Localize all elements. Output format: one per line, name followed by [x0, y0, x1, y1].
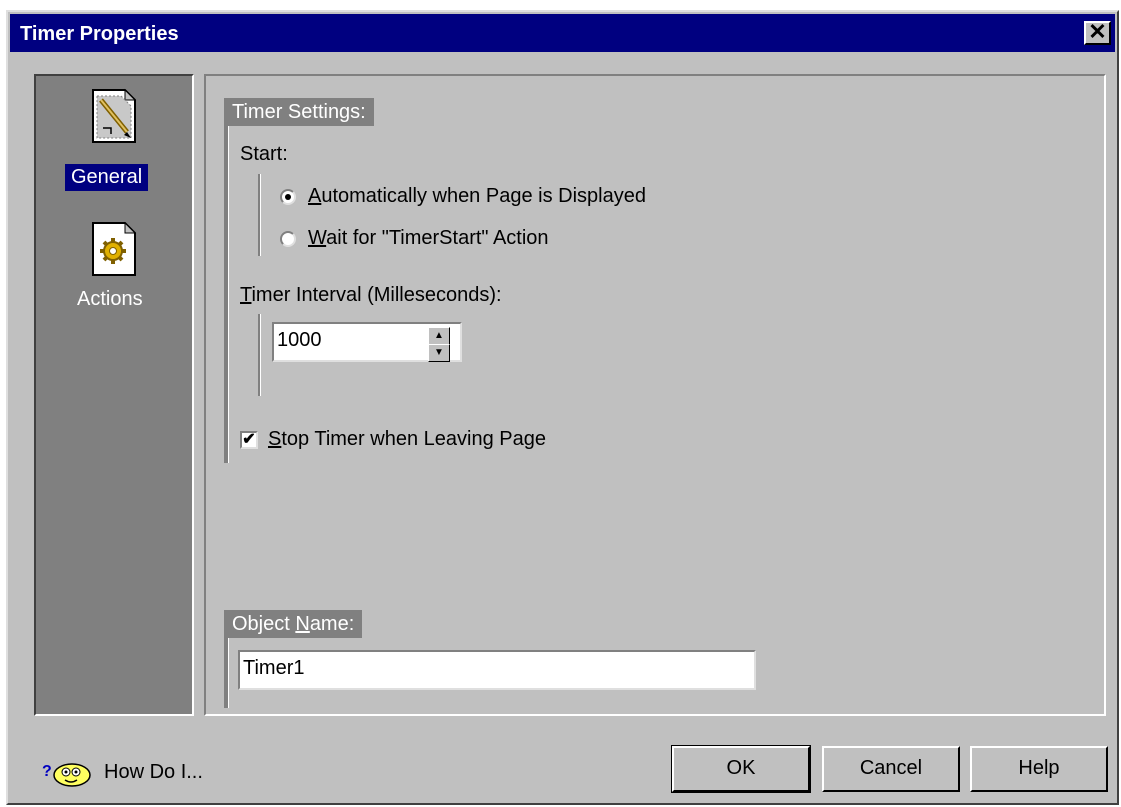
timer-interval-value: 1000: [277, 329, 322, 351]
how-do-i-icon: ?: [42, 763, 91, 787]
label-text: ait for "TimerStart" Action: [326, 227, 549, 249]
svg-text:?: ?: [42, 763, 52, 780]
object-name-value: Timer1: [243, 657, 305, 679]
stop-timer-label[interactable]: Stop Timer when Leaving Page: [268, 428, 546, 451]
help-button[interactable]: Help: [970, 746, 1108, 792]
actions-gear-page-icon[interactable]: [91, 221, 137, 277]
stop-timer-checkbox[interactable]: ✔: [240, 431, 258, 449]
close-button[interactable]: ✕: [1084, 21, 1111, 45]
accel-key: N: [295, 613, 310, 635]
header-text: Object: [232, 613, 296, 635]
wait-start-label[interactable]: Wait for "TimerStart" Action: [308, 227, 549, 250]
radio-selected-dot: [285, 194, 291, 200]
accel-key: A: [308, 185, 322, 207]
timer-properties-dialog: Timer Properties ✕ General Actions Timer…: [6, 10, 1119, 805]
wait-start-radio[interactable]: [280, 231, 296, 247]
arrow-up-icon: ▲: [434, 330, 444, 341]
nav-item-general[interactable]: General: [65, 164, 149, 191]
dialog-title: Timer Properties: [20, 23, 179, 45]
spin-up-button[interactable]: ▲: [428, 327, 450, 345]
category-sidebar: General Actions: [34, 74, 194, 716]
label-text: top Timer when Leaving Page: [281, 428, 546, 450]
arrow-down-icon: ▼: [434, 347, 444, 358]
header-text: ame:: [309, 613, 355, 635]
auto-start-label[interactable]: Automatically when Page is Displayed: [308, 185, 646, 208]
auto-start-radio[interactable]: [280, 189, 296, 205]
general-page-icon[interactable]: [91, 88, 137, 144]
general-page-content: Timer Settings: Start: Automatically whe…: [204, 74, 1106, 716]
object-name-header: Object Name:: [224, 610, 363, 638]
start-label: Start:: [240, 143, 288, 165]
label-text: utomatically when Page is Displayed: [321, 185, 646, 207]
cancel-button[interactable]: Cancel: [822, 746, 960, 792]
label-text: imer Interval (Milleseconds):: [251, 284, 502, 306]
nav-item-actions[interactable]: Actions: [71, 286, 149, 313]
close-icon: ✕: [1088, 19, 1107, 44]
start-options-bar: [258, 174, 261, 256]
timer-settings-header: Timer Settings:: [224, 98, 374, 126]
checkmark-icon: ✔: [242, 431, 256, 448]
timer-interval-label: Timer Interval (Milleseconds):: [240, 284, 502, 307]
spin-down-button[interactable]: ▼: [428, 344, 450, 362]
timer-settings-group-bar: [224, 98, 229, 463]
title-bar[interactable]: Timer Properties ✕: [10, 14, 1115, 52]
accel-key: T: [240, 284, 252, 306]
interval-options-bar: [258, 314, 261, 396]
object-name-input[interactable]: Timer1: [238, 650, 756, 690]
accel-key: W: [308, 227, 327, 249]
how-do-i-label: How Do I...: [104, 761, 203, 783]
accel-key: S: [268, 428, 282, 450]
how-do-i-link[interactable]: ? How Do I...: [42, 760, 242, 790]
ok-button[interactable]: OK: [671, 745, 811, 793]
